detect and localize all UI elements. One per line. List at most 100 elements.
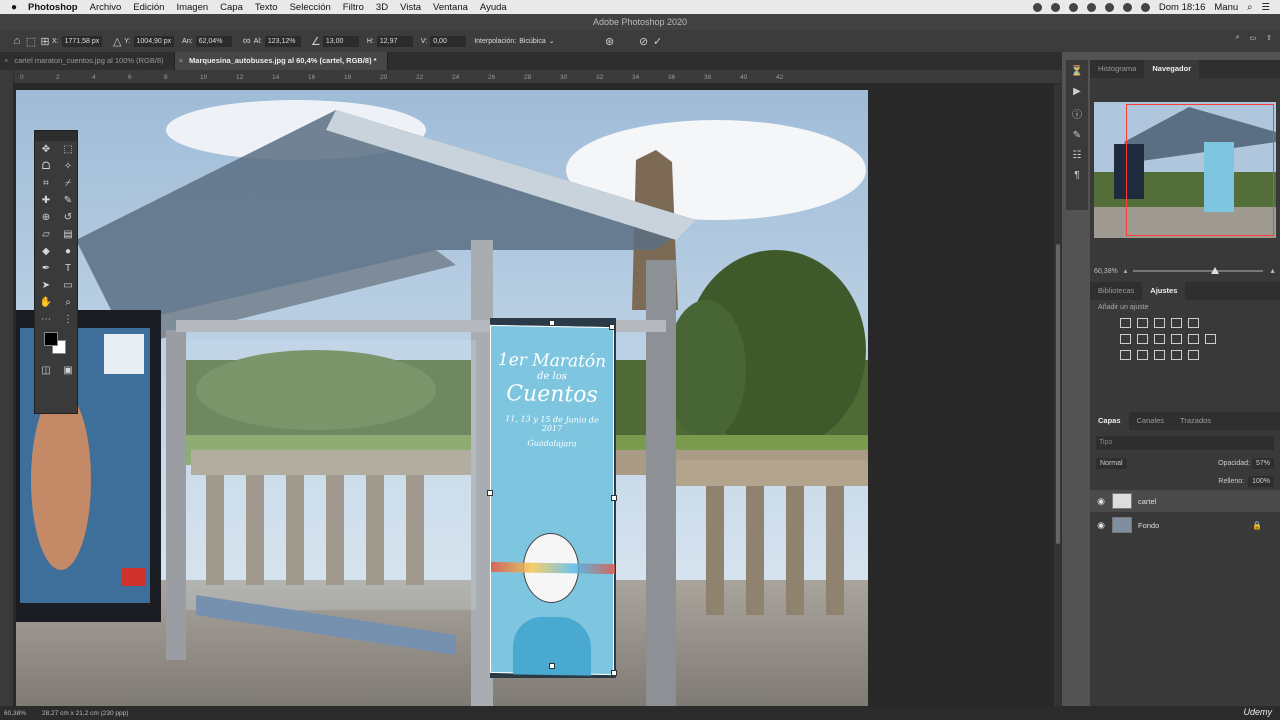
scroll-thumb[interactable] (1056, 244, 1060, 544)
tray-icon[interactable] (1086, 2, 1096, 12)
hskew-input[interactable]: 12,97 (376, 35, 413, 47)
properties-panel-icon[interactable]: ☷ (1073, 150, 1082, 161)
invert-icon[interactable] (1120, 350, 1131, 360)
tray-icon[interactable] (1050, 2, 1060, 12)
fill-input[interactable]: 100% (1248, 475, 1274, 487)
channel-mixer-icon[interactable] (1188, 334, 1199, 344)
marquee-tool-icon[interactable]: ⬚ (57, 141, 79, 158)
cancel-transform-icon[interactable]: ⊘ (637, 34, 651, 48)
magic-wand-tool-icon[interactable]: ✧ (57, 158, 79, 175)
ruler-horizontal[interactable]: 0 2 4 6 8 10 12 14 16 18 20 22 24 26 28 30 32 34 36 38 40 42 (14, 70, 1062, 84)
transform-handle[interactable] (611, 495, 617, 501)
blur-tool-icon[interactable]: ◆ (35, 243, 57, 260)
black-white-icon[interactable] (1154, 334, 1165, 344)
layer-name[interactable]: cartel (1138, 497, 1156, 506)
color-lookup-icon[interactable] (1205, 334, 1216, 344)
gradient-map-icon[interactable] (1171, 350, 1182, 360)
move-tool-preset-icon[interactable]: ⬚ (24, 34, 38, 48)
close-icon[interactable]: × (4, 52, 8, 70)
color-swatches[interactable] (35, 328, 77, 362)
transform-handle[interactable] (549, 663, 555, 669)
vertical-scrollbar[interactable] (1054, 84, 1062, 706)
lock-icon[interactable]: 🔒 (1252, 521, 1262, 530)
vskew-input[interactable]: 0,00 (430, 35, 467, 47)
zoom-tool-icon[interactable]: ⌕ (57, 294, 79, 311)
poster[interactable]: 1er Maratón de los Cuentos 11, 13 y 15 d… (490, 324, 615, 676)
interpolation-select[interactable]: Bicúbica (519, 38, 545, 45)
actions-panel-icon[interactable]: ▶ (1073, 86, 1081, 97)
vibrance-icon[interactable] (1188, 318, 1199, 328)
shape-tool-icon[interactable]: ▭ (57, 277, 79, 294)
paragraph-panel-icon[interactable]: ¶ (1074, 170, 1079, 181)
menu-ventana[interactable]: Ventana (433, 2, 468, 13)
color-balance-icon[interactable] (1137, 334, 1148, 344)
move-tool-icon[interactable]: ✥ (35, 141, 57, 158)
warp-icon[interactable]: ⊛ (603, 34, 617, 48)
menu-ayuda[interactable]: Ayuda (480, 2, 507, 13)
tab-bibliotecas[interactable]: Bibliotecas (1090, 282, 1142, 300)
transform-handle[interactable] (609, 324, 615, 330)
ruler-vertical[interactable] (0, 70, 14, 706)
transform-handle[interactable] (487, 490, 493, 496)
width-input[interactable]: 62,04% (195, 35, 232, 47)
layer-row-fondo[interactable]: ◉ Fondo 🔒 (1090, 514, 1280, 536)
tab-histograma[interactable]: Histograma (1090, 60, 1144, 78)
tab-canales[interactable]: Canales (1129, 412, 1173, 430)
tab-cartel[interactable]: × cartel maraton_cuentos.jpg al 100% (RG… (0, 52, 175, 70)
menu-vista[interactable]: Vista (400, 2, 421, 13)
exposure-icon[interactable] (1171, 318, 1182, 328)
link-icon[interactable]: ∞ (240, 34, 254, 48)
transform-handle[interactable] (549, 320, 555, 326)
height-input[interactable]: 123,12% (264, 35, 301, 47)
curves-icon[interactable] (1154, 318, 1165, 328)
screen-mode-icon[interactable]: ▣ (57, 362, 79, 379)
tab-ajustes[interactable]: Ajustes (1142, 282, 1186, 300)
layer-name[interactable]: Fondo (1138, 521, 1159, 530)
home-icon[interactable]: ⌂ (10, 34, 24, 48)
visibility-eye-icon[interactable]: ◉ (1090, 496, 1112, 507)
photo-filter-icon[interactable] (1171, 334, 1182, 344)
hand-tool-icon[interactable]: ✋ (35, 294, 57, 311)
navigator-view-box[interactable] (1126, 104, 1274, 236)
opacity-input[interactable]: 57% (1251, 457, 1274, 469)
tab-marquesina[interactable]: × Marquesina_autobuses.jpg al 60,4% (car… (174, 52, 388, 70)
menu-archivo[interactable]: Archivo (90, 2, 122, 13)
layer-filter-input[interactable]: Tipo (1096, 436, 1274, 450)
menu-seleccion[interactable]: Selección (290, 2, 331, 13)
navigator-zoom-value[interactable]: 60,38% (1094, 268, 1118, 275)
healing-brush-tool-icon[interactable]: ✚ (35, 192, 57, 209)
tab-trazados[interactable]: Trazados (1172, 412, 1219, 430)
clone-stamp-tool-icon[interactable]: ⊕ (35, 209, 57, 226)
status-zoom[interactable]: 60,38% (4, 710, 26, 717)
eyedropper-tool-icon[interactable]: ⌿ (57, 175, 79, 192)
battery-icon[interactable] (1140, 2, 1150, 12)
layer-row-cartel[interactable]: ◉ cartel (1090, 490, 1280, 512)
menu-3d[interactable]: 3D (376, 2, 388, 13)
zoom-slider[interactable] (1133, 267, 1264, 274)
brush-panel-icon[interactable]: ✎ (1073, 130, 1081, 141)
commit-transform-icon[interactable]: ✓ (651, 34, 665, 48)
info-panel-icon[interactable]: ⓘ (1072, 106, 1082, 121)
navigator-thumbnail[interactable] (1094, 102, 1276, 238)
eraser-tool-icon[interactable]: ▱ (35, 226, 57, 243)
hue-saturation-icon[interactable] (1120, 334, 1131, 344)
brush-tool-icon[interactable]: ✎ (57, 192, 79, 209)
tools-panel-header[interactable] (35, 131, 77, 141)
posterize-icon[interactable] (1137, 350, 1148, 360)
levels-icon[interactable] (1137, 318, 1148, 328)
menu-app-name[interactable]: Photoshop (28, 2, 78, 13)
x-input[interactable]: 1771,58 px (61, 35, 103, 47)
history-panel-icon[interactable]: ⏳ (1071, 66, 1083, 77)
menu-texto[interactable]: Texto (255, 2, 278, 13)
menu-imagen[interactable]: Imagen (176, 2, 208, 13)
quick-mask-icon[interactable]: ◫ (35, 362, 57, 379)
canvas-area[interactable]: 1er Maratón de los Cuentos 11, 13 y 15 d… (14, 84, 1054, 706)
document-canvas[interactable]: 1er Maratón de los Cuentos 11, 13 y 15 d… (16, 90, 868, 706)
tab-capas[interactable]: Capas (1090, 412, 1129, 430)
chevron-down-icon[interactable]: ⌄ (549, 37, 555, 45)
apple-menu-icon[interactable]: ● (0, 2, 28, 13)
lasso-tool-icon[interactable]: ᗝ (35, 158, 57, 175)
angle-input[interactable]: 13,00 (322, 35, 359, 47)
history-brush-tool-icon[interactable]: ↺ (57, 209, 79, 226)
wifi-icon[interactable] (1122, 2, 1132, 12)
